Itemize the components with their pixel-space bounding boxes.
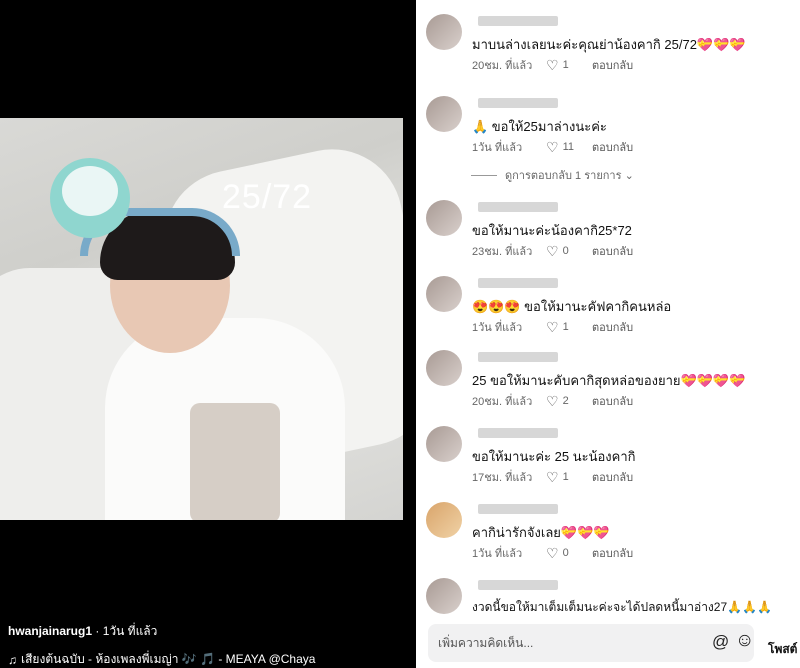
comment-text: งวดนี้ขอให้มาเต็มเต็มนะค่ะจะได้ปลดหนี้มา… bbox=[472, 600, 772, 614]
reply-button[interactable]: ตอบกลับ bbox=[592, 392, 633, 410]
reply-button[interactable]: ตอบกลับ bbox=[592, 242, 633, 260]
comment-author-redacted[interactable] bbox=[478, 202, 558, 212]
avatar[interactable] bbox=[426, 96, 462, 132]
like-count: 0 bbox=[562, 245, 569, 257]
comment-meta: 23ชม. ที่แล้ว ♡ 0 ตอบกลับ bbox=[472, 242, 633, 260]
music-note-icon: ♫ bbox=[8, 652, 17, 667]
comment-author-redacted[interactable] bbox=[478, 428, 558, 438]
comment-time: 1วัน ที่แล้ว bbox=[472, 548, 523, 560]
comment-time: 1วัน ที่แล้ว bbox=[472, 142, 523, 154]
comment-author-redacted[interactable] bbox=[478, 16, 558, 26]
comment-author-redacted[interactable] bbox=[478, 504, 558, 514]
heart-outline-icon: ♡ bbox=[546, 318, 559, 335]
reply-button[interactable]: ตอบกลับ bbox=[592, 318, 633, 336]
view-replies-label[interactable]: ดูการตอบกลับ 1 รายการ ⌄ bbox=[505, 166, 634, 184]
mention-icon[interactable]: @ bbox=[712, 632, 729, 652]
comment-time: 20ชม. ที่แล้ว bbox=[472, 60, 533, 72]
comment-text: ขอให้มานะค่ะ 25 นะน้องคากิ bbox=[472, 449, 636, 464]
avatar[interactable] bbox=[426, 14, 462, 50]
comments-panel: มาบนล่างเลยนะค่ะคุณย่าน้องคากิ 25/72💝💝💝 … bbox=[416, 0, 800, 668]
comment-input-bar: @ ☺ bbox=[428, 624, 754, 662]
heart-outline-icon: ♡ bbox=[546, 242, 559, 259]
comment-author-redacted[interactable] bbox=[478, 352, 558, 362]
comment-meta: 1วัน ที่แล้ว ♡ 1 ตอบกลับ bbox=[472, 318, 633, 336]
comment-author-redacted[interactable] bbox=[478, 278, 558, 288]
comment-text: คากิน่ารักจังเลย💝💝💝 bbox=[472, 525, 610, 540]
comment-text: 😍😍😍 ขอให้มานะคัฟคากิคนหล่อ bbox=[472, 299, 672, 314]
avatar[interactable] bbox=[426, 502, 462, 538]
view-replies[interactable]: ดูการตอบกลับ 1 รายการ ⌄ bbox=[471, 166, 634, 184]
avatar[interactable] bbox=[426, 426, 462, 462]
avatar[interactable] bbox=[426, 276, 462, 312]
comment-time: 20ชม. ที่แล้ว bbox=[472, 396, 533, 408]
comment-meta: 20ชม. ที่แล้ว ♡ 1 ตอบกลับ bbox=[472, 56, 633, 74]
photo-cake-hat-top bbox=[62, 166, 118, 216]
comment-text: 25 ขอให้มานะคับคากิสุดหล่อของยาย💝💝💝💝 bbox=[472, 373, 746, 388]
comment-author-redacted[interactable] bbox=[478, 580, 558, 590]
comment-text: 🙏 ขอให้25มาล่างนะค่ะ bbox=[472, 119, 607, 134]
like-button[interactable]: ♡ 11 bbox=[546, 139, 592, 156]
avatar[interactable] bbox=[426, 350, 462, 386]
media-footer: hwanjainarug1 · 1วัน ที่แล้ว ♫ เสียงต้นฉ… bbox=[8, 622, 315, 668]
reply-button[interactable]: ตอบกลับ bbox=[592, 56, 633, 74]
author-line: hwanjainarug1 · 1วัน ที่แล้ว bbox=[8, 622, 315, 641]
post-button[interactable]: โพสต์ bbox=[768, 640, 797, 659]
comment-text: มาบนล่างเลยนะค่ะคุณย่าน้องคากิ 25/72💝💝💝 bbox=[472, 37, 746, 52]
avatar[interactable] bbox=[426, 200, 462, 236]
author-name[interactable]: hwanjainarug1 bbox=[8, 624, 92, 638]
emoji-icon[interactable]: ☺ bbox=[735, 630, 754, 652]
like-count: 1 bbox=[562, 321, 569, 333]
comment-author-redacted[interactable] bbox=[478, 98, 558, 108]
avatar[interactable] bbox=[426, 578, 462, 614]
like-button[interactable]: ♡ 0 bbox=[546, 545, 592, 562]
like-button[interactable]: ♡ 1 bbox=[546, 319, 592, 336]
reply-button[interactable]: ตอบกลับ bbox=[592, 544, 633, 562]
heart-outline-icon: ♡ bbox=[546, 138, 559, 155]
author-separator: · bbox=[92, 624, 103, 638]
photo-overlay-text: 25/72 bbox=[222, 178, 313, 216]
heart-outline-icon: ♡ bbox=[546, 56, 559, 73]
comment-meta: 1วัน ที่แล้ว ♡ 0 ตอบกลับ bbox=[472, 544, 633, 562]
like-count: 2 bbox=[562, 395, 569, 407]
comment-text: ขอให้มานะค่ะน้องคากิ25*72 bbox=[472, 223, 632, 238]
comment-meta: 1วัน ที่แล้ว ♡ 11 ตอบกลับ bbox=[472, 138, 633, 156]
comment-meta: 20ชม. ที่แล้ว ♡ 2 ตอบกลับ bbox=[472, 392, 633, 410]
like-button[interactable]: ♡ 1 bbox=[546, 57, 592, 74]
reply-button[interactable]: ตอบกลับ bbox=[592, 138, 633, 156]
comment-time: 17ชม. ที่แล้ว bbox=[472, 472, 533, 484]
comment-time: 23ชม. ที่แล้ว bbox=[472, 246, 533, 258]
heart-outline-icon: ♡ bbox=[546, 544, 559, 561]
sound-line[interactable]: ♫ เสียงต้นฉบับ - ห้องเพลงพี่เมญ่า 🎶 🎵 - … bbox=[8, 650, 315, 668]
replies-divider bbox=[471, 174, 497, 176]
comment-meta: 17ชม. ที่แล้ว ♡ 1 ตอบกลับ bbox=[472, 468, 633, 486]
photo-shirt-print bbox=[190, 403, 280, 520]
like-button[interactable]: ♡ 1 bbox=[546, 469, 592, 486]
reply-button[interactable]: ตอบกลับ bbox=[592, 468, 633, 486]
post-photo[interactable]: 25/72 bbox=[0, 118, 403, 520]
heart-outline-icon: ♡ bbox=[546, 392, 559, 409]
like-count: 0 bbox=[562, 547, 569, 559]
like-button[interactable]: ♡ 0 bbox=[546, 243, 592, 260]
like-count: 1 bbox=[562, 471, 569, 483]
like-count: 1 bbox=[562, 59, 569, 71]
comment-time: 1วัน ที่แล้ว bbox=[472, 322, 523, 334]
comment-item: งวดนี้ขอให้มาเต็มเต็มนะค่ะจะได้ปลดหนี้มา… bbox=[426, 578, 798, 614]
sound-title[interactable]: เสียงต้นฉบับ - ห้องเพลงพี่เมญ่า 🎶 🎵 - ME… bbox=[21, 650, 315, 668]
media-panel: 25/72 hwanjainarug1 · 1วัน ที่แล้ว ♫ เสี… bbox=[0, 0, 416, 668]
post-time: 1วัน ที่แล้ว bbox=[102, 624, 158, 638]
heart-outline-icon: ♡ bbox=[546, 468, 559, 485]
like-button[interactable]: ♡ 2 bbox=[546, 393, 592, 410]
comment-input[interactable] bbox=[438, 633, 688, 653]
like-count: 11 bbox=[562, 141, 574, 153]
